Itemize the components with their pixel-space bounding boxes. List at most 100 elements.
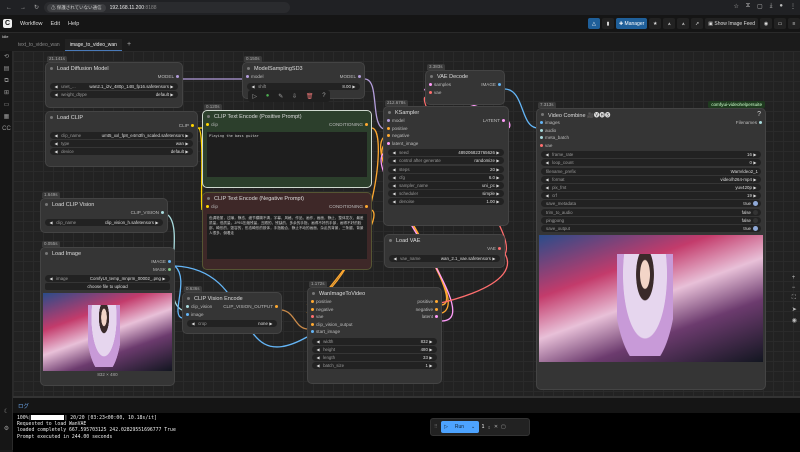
input-slot-samples[interactable]: samples [429,82,451,87]
node-neg[interactable]: CLIP Text Encode (Negative Prompt) clip CO… [202,192,372,270]
color-picker-icon[interactable]: ● [266,93,270,99]
decrement-arrow-icon[interactable]: ◀ [53,84,59,89]
input-slot-image[interactable]: image [186,312,204,317]
theme-toggle-icon[interactable]: ☾ [0,406,13,418]
history-icon[interactable]: ⟲ [0,51,13,63]
collapse-dot-icon[interactable] [312,292,315,295]
menu-workflow[interactable]: Workflow [20,21,43,27]
input-slot-meta_batch[interactable]: meta_batch [540,135,569,140]
decrement-arrow-icon[interactable]: ◀ [315,355,321,360]
queue-icon[interactable]: ▤ [0,63,13,75]
widget-device[interactable]: ◀ device default ▶ [50,148,193,156]
collapse-dot-icon[interactable] [45,252,48,255]
increment-arrow-icon[interactable]: ▶ [268,321,274,326]
increment-arrow-icon[interactable]: ▶ [169,92,175,97]
widget-pix-fmt[interactable]: ◀ pix_fmt yuv420p ▶ [541,183,761,191]
widget-loop-count[interactable]: ◀ loop_count 0 ▶ [541,159,761,167]
decrement-arrow-icon[interactable]: ◀ [190,321,196,326]
collapse-dot-icon[interactable] [45,203,48,206]
decrement-arrow-icon[interactable]: ◀ [391,183,397,188]
settings-gear-icon[interactable]: ⚙ [0,423,13,435]
back-icon[interactable]: ← [6,5,14,11]
manager-button[interactable]: ✚ Manager [615,18,648,29]
increment-arrow-icon[interactable]: ▶ [428,339,434,344]
output-slot-IMAGE[interactable]: IMAGE [481,82,501,87]
toggle-switch[interactable] [753,209,758,215]
chevron-down-icon[interactable]: ⌄ [471,424,475,430]
collapse-dot-icon[interactable] [187,297,190,300]
input-slot-start_image[interactable]: start_image [311,329,340,334]
widget-trim-to-audio[interactable]: trim_to_audio false [541,208,761,216]
decrement-arrow-icon[interactable]: ◀ [53,92,59,97]
output-slot-positive[interactable]: positive [417,299,438,304]
increment-arrow-icon[interactable]: ▶ [428,363,434,368]
decrement-arrow-icon[interactable]: ◀ [315,363,321,368]
star-icon-button[interactable]: ★ [649,18,662,29]
output-slot-MODEL[interactable]: MODEL [340,74,361,79]
delete-icon[interactable]: 🗑 [306,93,314,100]
fit-view-icon[interactable]: ⛶ [792,295,797,302]
node-loadimage[interactable]: 0.055s Load Image IMAGE MASK ◀ image ComfyUI_t… [40,241,175,386]
increment-arrow-icon[interactable]: ▶ [495,167,501,172]
tab-text-to-video-wan[interactable]: text_to_video_wan [13,39,65,51]
toggle-switch[interactable] [753,201,758,207]
zoom-out-icon[interactable]: − [792,285,797,291]
increment-arrow-icon[interactable]: ▶ [495,158,501,163]
decrement-arrow-icon[interactable]: ◀ [250,84,256,89]
increment-arrow-icon[interactable]: ▶ [495,183,501,188]
increment-arrow-icon[interactable]: ▶ [752,193,758,198]
increment-arrow-icon[interactable]: ▶ [752,185,758,190]
node-diffusion[interactable]: 21.141s Load Diffusion Model MODEL ◀ unet_..… [45,56,183,108]
decrement-arrow-icon[interactable]: ◀ [391,167,397,172]
widget-vae-name[interactable]: ◀ vae_name wan_2.1_vae.safetensors ▶ [389,254,500,262]
node-pos[interactable]: 0.120s CLIP Text Encode (Positive Prompt)… [202,104,372,188]
input-slot-clip[interactable]: clip [206,204,218,209]
node-library-icon[interactable]: ⧉ [0,75,13,87]
widget-unet-[interactable]: ◀ unet_... wan2.1_i2v_480p_14B_fp16.safete… [50,82,178,90]
widget-filename-prefix[interactable]: filename_prefix WanVideo2_1 [541,167,761,175]
bypass-icon[interactable]: ⇩ [292,93,297,100]
output-slot-CLIP[interactable]: CLIP [179,123,194,128]
widget-clip-name[interactable]: ◀ clip_name clip_vision_h.safetensors ▶ [45,218,163,226]
widget-type[interactable]: ◀ type wan ▶ [50,139,193,147]
comfy-c-icon[interactable]: CC [0,123,13,135]
node-loadvae[interactable]: Load VAE VAE ◀ vae_name wan_2.1_vae.safetens… [384,234,505,268]
increment-arrow-icon[interactable]: ▶ [161,276,167,281]
input-slot-model[interactable]: model [387,118,405,123]
toggle-switch[interactable] [753,217,758,223]
input-slot-negative[interactable]: negative [387,133,409,138]
increment-arrow-icon[interactable]: ▶ [495,199,501,204]
increment-arrow-icon[interactable]: ▶ [752,177,758,182]
widget-control-after-generate[interactable]: ◀ control after generate randomize ▶ [388,157,504,165]
collapse-dot-icon[interactable] [207,197,210,200]
upload-button[interactable]: choose file to upload [45,283,170,291]
toggle-panel-icon[interactable]: ▭ [774,18,786,29]
input-slot-positive[interactable]: positive [311,299,332,304]
input-slot-negative[interactable]: negative [311,307,333,312]
collapse-dot-icon[interactable] [207,115,210,118]
node-clipvision[interactable]: 1.649s Load CLIP Vision CLIP_VISION ◀ clip_n… [40,192,168,233]
address-bar[interactable]: ⚠ 保護されていない通信 192.168.11.200:8188 [44,2,290,13]
user-avatar[interactable]: ◉ [760,18,772,29]
collapse-dot-icon[interactable] [50,116,53,119]
run-node-icon[interactable]: ▷ [252,93,257,100]
node-clip[interactable]: Load CLIP CLIP ◀ clip_name umt5_xxl_fp8_e4m3… [45,111,198,167]
input-slot-images[interactable]: images [540,120,560,125]
increment-arrow-icon[interactable]: ▶ [154,220,160,225]
decrement-arrow-icon[interactable]: ◀ [544,152,550,157]
increment-arrow-icon[interactable]: ▶ [351,84,357,89]
output-slot-MASK[interactable]: MASK [153,267,171,272]
decrement-arrow-icon[interactable]: ◀ [391,158,397,163]
decrement-arrow-icon[interactable]: ◀ [53,141,59,146]
widget-height[interactable]: ◀ height 480 ▶ [312,345,437,353]
widget-width[interactable]: ◀ width 832 ▶ [312,337,437,345]
node-videocombine[interactable]: 7.313s comfyui-videohelpersuite? Video Com… [536,101,766,390]
output-slot-IMAGE[interactable]: IMAGE [151,259,171,264]
decrement-arrow-icon[interactable]: ◀ [53,149,59,154]
decrement-arrow-icon[interactable]: ◀ [48,276,54,281]
model-download-icon-button[interactable]: ⩓ [677,18,690,29]
collapse-dot-icon[interactable] [388,111,391,114]
widget-batch-size[interactable]: ◀ batch_size 1 ▶ [312,362,437,370]
input-slot-model[interactable]: model [246,74,264,79]
hamburger-menu-icon[interactable]: ≡ [788,18,800,29]
